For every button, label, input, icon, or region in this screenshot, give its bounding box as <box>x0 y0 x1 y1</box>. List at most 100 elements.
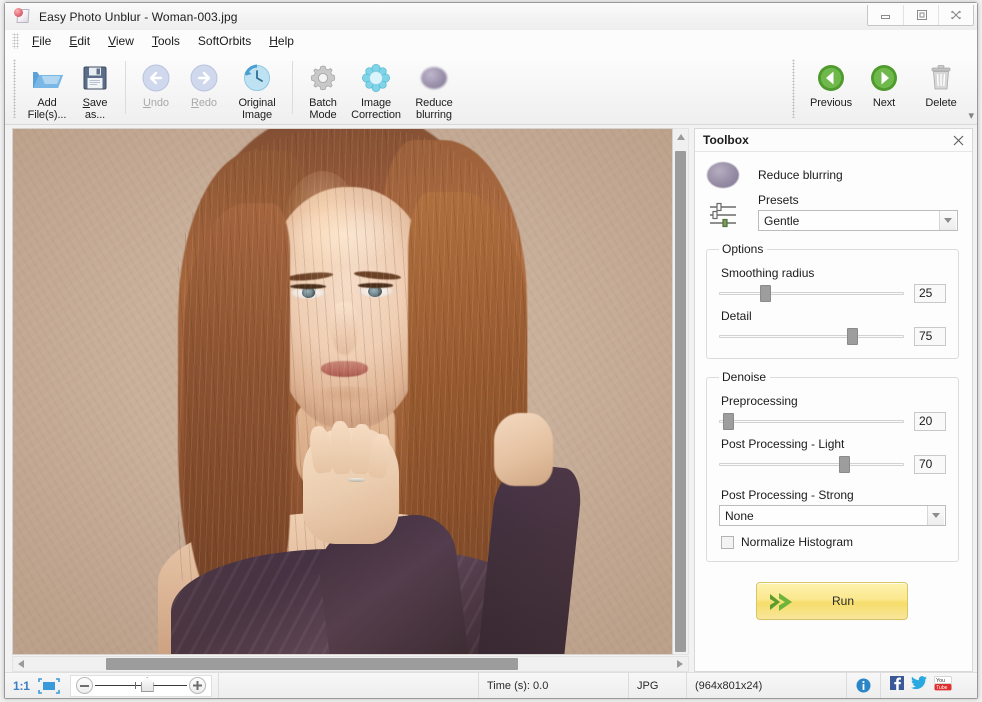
post-processing-strong-dropdown[interactable]: None <box>719 505 946 526</box>
presets-column: Presets Gentle <box>758 193 961 231</box>
plus-icon[interactable] <box>188 677 206 694</box>
save-as-button[interactable]: Save as... <box>71 58 119 121</box>
zoom-controls: 1:1 <box>5 673 219 698</box>
run-button[interactable]: Run <box>756 582 908 620</box>
add-files-button[interactable]: Add File(s)... <box>23 58 71 121</box>
original-image-label: Original Image <box>238 97 276 121</box>
toolbar-group-history: Undo Redo Original Image <box>130 53 288 124</box>
chevron-down-icon[interactable] <box>939 211 956 230</box>
zoom-slider[interactable] <box>69 674 212 697</box>
facebook-icon[interactable] <box>890 676 904 695</box>
detail-label: Detail <box>721 309 752 323</box>
detail-value[interactable]: 75 <box>914 326 946 346</box>
smoothing-radius-thumb[interactable] <box>759 285 771 302</box>
photo-canvas[interactable] <box>12 128 673 655</box>
green-double-arrow-icon <box>768 591 802 618</box>
youtube-icon[interactable]: You Tube <box>934 675 952 696</box>
normalize-histogram-checkbox[interactable] <box>721 535 734 549</box>
toolbar-separator-2 <box>292 61 293 114</box>
menu-softorbits[interactable]: SoftOrbits <box>189 31 260 51</box>
scroll-right-arrow[interactable] <box>672 657 688 671</box>
chevron-down-icon[interactable] <box>927 506 944 525</box>
hscroll-thumb[interactable] <box>106 658 518 670</box>
smoothing-radius-slider[interactable] <box>719 283 904 303</box>
open-folder-icon <box>30 61 64 95</box>
preprocessing-thumb[interactable] <box>722 413 734 430</box>
post-processing-light-value[interactable]: 70 <box>914 454 946 474</box>
maximize-button[interactable] <box>903 5 938 25</box>
image-correction-button[interactable]: Image Correction <box>347 58 405 121</box>
presets-dropdown[interactable]: Gentle <box>758 210 958 231</box>
vscroll-track[interactable] <box>673 145 688 654</box>
twitter-icon[interactable] <box>911 676 927 695</box>
original-image-button[interactable]: Original Image <box>228 58 286 121</box>
clock-history-icon <box>240 61 274 95</box>
previous-label: Previous <box>810 97 852 109</box>
add-files-label: Add File(s)... <box>27 97 67 121</box>
delete-label: Delete <box>925 97 957 109</box>
run-row: Run <box>703 582 961 620</box>
main-toolbar: Add File(s)... Save as... Undo Redo Orig… <box>5 53 977 125</box>
undo-button[interactable]: Undo <box>132 58 180 109</box>
batch-mode-label: Batch Mode <box>309 97 337 121</box>
next-button[interactable]: Next <box>860 58 908 109</box>
zoom-home-handle-icon[interactable] <box>140 677 154 692</box>
zoom-ratio-button[interactable]: 1:1 <box>13 679 30 693</box>
status-spacer <box>219 673 479 698</box>
close-icon[interactable] <box>950 132 966 148</box>
minimize-button[interactable] <box>868 5 903 25</box>
menu-bar: File Edit View Tools SoftOrbits Help <box>5 30 977 53</box>
post-processing-light-thumb[interactable] <box>839 456 851 473</box>
toolbar-grip-right[interactable] <box>790 59 798 118</box>
presets-value: Gentle <box>764 213 800 228</box>
image-viewer <box>5 125 689 672</box>
close-button[interactable] <box>938 5 973 25</box>
normalize-histogram-row[interactable]: Normalize Histogram <box>721 535 946 549</box>
post-processing-strong-label: Post Processing - Strong <box>721 488 854 502</box>
menu-view[interactable]: View <box>99 31 143 51</box>
detail-thumb[interactable] <box>846 328 858 345</box>
social-links: You Tube <box>881 675 961 696</box>
hscroll-track[interactable] <box>29 657 672 671</box>
menu-tools[interactable]: Tools <box>143 31 189 51</box>
vscroll-thumb[interactable] <box>675 151 686 652</box>
preprocessing-label: Preprocessing <box>721 394 798 408</box>
presets-row: Presets Gentle <box>703 193 961 231</box>
canvas-horizontal-scrollbar[interactable] <box>12 656 689 672</box>
reduce-blurring-button[interactable]: Reduce blurring <box>405 58 463 121</box>
batch-mode-button[interactable]: Batch Mode <box>299 58 347 121</box>
zoom-slider-track[interactable] <box>94 677 187 692</box>
redo-button[interactable]: Redo <box>180 58 228 109</box>
nav-buttons: Previous Next Delete <box>800 53 967 124</box>
minus-icon[interactable] <box>75 677 93 694</box>
green-left-arrow-icon <box>814 61 848 95</box>
preprocessing-slider[interactable] <box>719 411 904 431</box>
svg-text:Tube: Tube <box>936 684 947 690</box>
status-bar: 1:1 Time (s): 0.0 JPG (964x801x24) You T… <box>5 672 977 698</box>
detail-slider[interactable] <box>719 326 904 346</box>
post-processing-strong-value: None <box>725 508 754 523</box>
post-processing-light-slider[interactable] <box>719 454 904 474</box>
menu-edit[interactable]: Edit <box>60 31 99 51</box>
toolbar-grip[interactable] <box>11 59 19 118</box>
toolbar-overflow-chevron[interactable]: ▾ <box>968 111 974 122</box>
options-legend: Options <box>722 242 764 256</box>
post-processing-light-row: 70 <box>719 454 946 474</box>
scroll-up-arrow[interactable] <box>673 129 688 145</box>
preprocessing-value[interactable]: 20 <box>914 411 946 431</box>
toolbar-group-navigation: Previous Next Delete <box>787 53 967 124</box>
previous-button[interactable]: Previous <box>802 58 860 109</box>
scroll-left-arrow[interactable] <box>13 657 29 671</box>
smoothing-radius-value[interactable]: 25 <box>914 283 946 303</box>
menu-file[interactable]: File <box>23 31 60 51</box>
canvas-vertical-scrollbar[interactable] <box>673 128 689 655</box>
delete-button[interactable]: Delete <box>917 58 965 109</box>
status-dimensions: (964x801x24) <box>687 673 847 698</box>
menu-grip[interactable] <box>12 33 19 49</box>
trash-can-icon <box>924 61 958 95</box>
main-window: Easy Photo Unblur - Woman-003.jpg File E… <box>4 2 978 699</box>
menu-help[interactable]: Help <box>260 31 303 51</box>
info-icon[interactable] <box>847 673 881 698</box>
fit-to-window-icon[interactable] <box>37 677 60 694</box>
denoise-legend: Denoise <box>722 370 767 384</box>
